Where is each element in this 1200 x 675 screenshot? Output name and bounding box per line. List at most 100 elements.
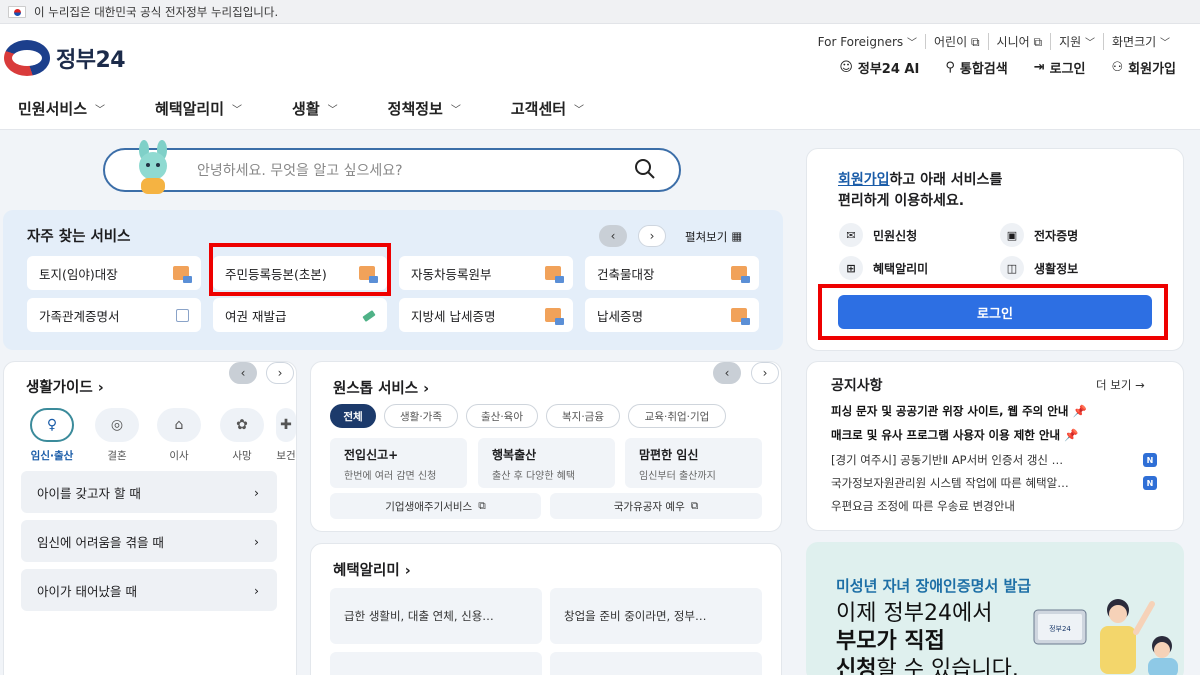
onestop-happy-birth[interactable]: 행복출산 출산 후 다양한 혜택 bbox=[478, 438, 615, 488]
frequent-next-button[interactable]: › bbox=[638, 225, 666, 247]
utility-links: For Foreigners ﹀ 어린이 ⧉ 시니어 ⧉ 지원 ﹀ 화면크기 ﹀ bbox=[810, 33, 1178, 50]
search-placeholder: 안녕하세요. 무엇을 알고 싶으세요? bbox=[197, 163, 403, 179]
promo-subtitle: 미성년 자녀 장애인증명서 발급 bbox=[836, 577, 1032, 595]
chevron-down-icon: ﹀ bbox=[1160, 38, 1170, 49]
life-guide-title[interactable]: 생활가이드 › bbox=[26, 376, 104, 397]
pin-icon: 📌 bbox=[1072, 404, 1087, 418]
arrow-right-icon: → bbox=[1135, 378, 1145, 392]
logo-text: 정부24 bbox=[56, 48, 126, 73]
health-icon: ✚ bbox=[276, 408, 296, 442]
signup-link[interactable]: ⚇ 회원가입 bbox=[1112, 58, 1177, 77]
document-icon bbox=[545, 266, 564, 283]
onestop-move-in-report[interactable]: 전입신고+ 한번에 여러 감면 신청 bbox=[330, 438, 467, 488]
tile-family-certificate[interactable]: 가족관계증명서 bbox=[27, 298, 201, 332]
notice-more-link[interactable]: 더 보기 → bbox=[1096, 377, 1145, 393]
svc-life-info[interactable]: ◫ 생활정보 bbox=[1000, 256, 1078, 280]
chevron-down-icon: ﹀ bbox=[327, 105, 338, 116]
chip-all[interactable]: 전체 bbox=[330, 404, 376, 428]
chip-welfare-finance[interactable]: 복지·금융 bbox=[546, 404, 620, 428]
tile-local-tax-certificate[interactable]: 지방세 납세증명 bbox=[399, 298, 573, 332]
notice-title: 공지사항 bbox=[831, 378, 883, 394]
benefit-item[interactable] bbox=[550, 652, 762, 675]
guide-cat-moving[interactable]: ⌂ 이사 bbox=[157, 408, 201, 463]
tile-building-register[interactable]: 건축물대장 bbox=[585, 256, 759, 290]
rings-icon: ◎ bbox=[95, 408, 139, 442]
tile-vehicle-register[interactable]: 자동차등록원부 bbox=[399, 256, 573, 290]
onestop-next-button[interactable]: › bbox=[751, 362, 779, 384]
nav-life[interactable]: 생활 ﹀ bbox=[292, 98, 338, 119]
guide-prev-button[interactable]: ‹ bbox=[229, 362, 257, 384]
onestop-pregnancy[interactable]: 맘편한 임신 임신부터 출산까지 bbox=[625, 438, 762, 488]
mail-icon: ✉ bbox=[839, 223, 863, 247]
chevron-down-icon: ﹀ bbox=[574, 105, 585, 116]
chip-birth-childcare[interactable]: 출산·육아 bbox=[466, 404, 538, 428]
svc-benefit-alert[interactable]: ⊞ 혜택알리미 bbox=[839, 256, 928, 280]
benefit-item[interactable] bbox=[330, 652, 542, 675]
external-link-icon bbox=[176, 308, 189, 322]
onestop-prev-button[interactable]: ‹ bbox=[713, 362, 741, 384]
frequent-services-title: 자주 찾는 서비스 bbox=[27, 229, 131, 245]
nav-policy[interactable]: 정책정보 ﹀ bbox=[388, 98, 461, 119]
benefit-item[interactable]: 급한 생활비, 대출 연체, 신용… bbox=[330, 588, 542, 644]
notice-item[interactable]: 국가정보자원관리원 시스템 작업에 따른 혜택알… bbox=[831, 475, 1069, 491]
guide-cat-marriage[interactable]: ◎ 결혼 bbox=[95, 408, 139, 463]
util-link-kids[interactable]: 어린이 ⧉ bbox=[926, 33, 989, 50]
guide-item[interactable]: 아이가 태어났을 때 › bbox=[21, 569, 277, 611]
link-veterans[interactable]: 국가유공자 예우 ⧉ bbox=[550, 493, 762, 519]
expand-button[interactable]: 펼쳐보기 ▦ bbox=[685, 229, 742, 245]
guide-cat-death[interactable]: ✿ 사망 bbox=[220, 408, 264, 463]
notice-item[interactable]: 피싱 문자 및 공공기관 위장 사이트, 웹 주의 안내 📌 bbox=[831, 403, 1087, 419]
nav-civil-service[interactable]: 민원서비스 ﹀ bbox=[18, 98, 105, 119]
korea-flag-icon bbox=[8, 5, 26, 18]
guide-next-button[interactable]: › bbox=[266, 362, 294, 384]
util-link-foreigners[interactable]: For Foreigners ﹀ bbox=[810, 34, 927, 49]
nav-benefit-alert[interactable]: 혜택알리미 ﹀ bbox=[155, 98, 242, 119]
tile-tax-certificate[interactable]: 납세증명 bbox=[585, 298, 759, 332]
notice-item[interactable]: 우편요금 조정에 따른 우송료 변경안내 bbox=[831, 498, 1015, 514]
search-input[interactable]: 안녕하세요. 무엇을 알고 싶으세요? bbox=[103, 148, 681, 192]
search-icon[interactable] bbox=[634, 158, 656, 180]
chip-life-family[interactable]: 생활·가족 bbox=[384, 404, 458, 428]
chip-edu-job-biz[interactable]: 교육·취업·기업 bbox=[628, 404, 726, 428]
chevron-left-icon: ‹ bbox=[724, 366, 730, 380]
main-nav: 민원서비스 ﹀ 혜택알리미 ﹀ 생활 ﹀ 정책정보 ﹀ 고객센터 ﹀ bbox=[18, 98, 634, 119]
svc-civil-request[interactable]: ✉ 민원신청 bbox=[839, 223, 917, 247]
util-link-screen-size[interactable]: 화면크기 ﹀ bbox=[1104, 33, 1178, 50]
integrated-search-button[interactable]: ⚲ 통합검색 bbox=[945, 58, 1007, 77]
chevron-right-icon: › bbox=[254, 533, 259, 549]
guide-cat-pregnancy[interactable]: ♀ 임신·출산 bbox=[30, 408, 74, 463]
chevron-right-icon: › bbox=[404, 563, 411, 579]
tile-land-register[interactable]: 토지(임야)대장 bbox=[27, 256, 201, 290]
signup-text-link[interactable]: 회원가입 bbox=[838, 172, 890, 188]
benefit-item[interactable]: 창업을 준비 중이라면, 정부… bbox=[550, 588, 762, 644]
onestop-title[interactable]: 원스톱 서비스 › bbox=[333, 377, 429, 398]
chevron-right-icon: › bbox=[762, 366, 768, 380]
ai-button[interactable]: ☺ 정부24 AI bbox=[839, 58, 919, 77]
new-badge: N bbox=[1143, 453, 1157, 467]
login-link[interactable]: ⇥ 로그인 bbox=[1034, 58, 1086, 77]
certificate-icon: ▣ bbox=[1000, 223, 1024, 247]
benefit-title[interactable]: 혜택알리미 › bbox=[333, 559, 411, 580]
promo-headline: 이제 정부24에서 부모가 직접 신청할 수 있습니다. bbox=[836, 601, 1019, 675]
guide-cat-health[interactable]: ✚ 보건 bbox=[276, 408, 296, 463]
tile-passport-reissue[interactable]: 여권 재발급 bbox=[213, 298, 387, 332]
highlight-box-login bbox=[818, 284, 1168, 340]
chevron-left-icon: ‹ bbox=[610, 229, 616, 243]
nav-customer-center[interactable]: 고객센터 ﹀ bbox=[511, 98, 584, 119]
util-link-support[interactable]: 지원 ﹀ bbox=[1051, 33, 1104, 50]
pin-icon: 📌 bbox=[1064, 428, 1079, 442]
device-label: 정부24 bbox=[1049, 624, 1071, 633]
robot-icon: ☺ bbox=[839, 60, 853, 75]
svc-e-certificate[interactable]: ▣ 전자증명 bbox=[1000, 223, 1078, 247]
site-logo[interactable]: 정부24 bbox=[4, 40, 126, 76]
gov-banner-text: 이 누리집은 대한민국 공식 전자정부 누리집입니다. bbox=[34, 4, 279, 19]
util-link-senior[interactable]: 시니어 ⧉ bbox=[989, 33, 1052, 50]
frequent-prev-button[interactable]: ‹ bbox=[599, 225, 627, 247]
link-business-lifecycle[interactable]: 기업생애주기서비스 ⧉ bbox=[330, 493, 541, 519]
guide-item[interactable]: 임신에 어려움을 겪을 때 › bbox=[21, 520, 277, 562]
notice-item[interactable]: [경기 여주시] 공동기반Ⅱ AP서버 인증서 갱신 … bbox=[831, 452, 1063, 468]
notice-item[interactable]: 매크로 및 유사 프로그램 사용자 이용 제한 안내 📌 bbox=[831, 427, 1078, 443]
guide-item[interactable]: 아이를 갖고자 할 때 › bbox=[21, 471, 277, 513]
parents-illustration-icon: 정부24 bbox=[1033, 599, 1178, 675]
chevron-down-icon: ﹀ bbox=[95, 105, 106, 116]
